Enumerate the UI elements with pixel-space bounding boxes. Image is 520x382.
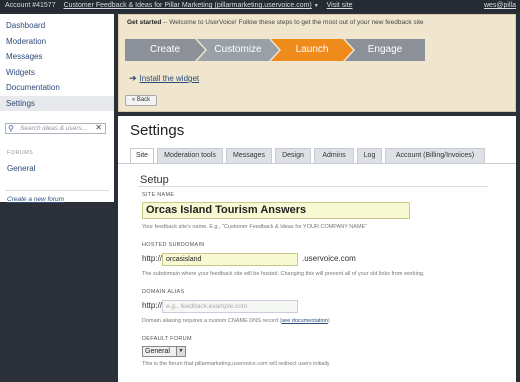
domain-alias-input[interactable]: e.g., feedback.example.com xyxy=(162,300,298,313)
sidebar-item-widgets[interactable]: Widgets xyxy=(0,65,114,81)
alias-label: DOMAIN ALIAS xyxy=(142,289,185,295)
getting-started-text: Get started -- Welcome to UserVoice! Fol… xyxy=(127,19,424,26)
step-create[interactable]: Create xyxy=(125,39,205,61)
sidebar-item-dashboard[interactable]: Dashboard xyxy=(0,18,114,34)
sidebar-item-messages[interactable]: Messages xyxy=(0,49,114,65)
install-widget-link[interactable]: ➔ Install the widget xyxy=(129,73,199,84)
subdomain-suffix: .uservoice.com xyxy=(302,254,356,263)
search-placeholder: Search ideas & users... xyxy=(20,125,88,132)
subdomain-prefix: http:// xyxy=(142,254,163,263)
tab-messages[interactable]: Messages xyxy=(226,148,272,163)
progress-steps: Create Customize Launch Engage xyxy=(125,39,425,61)
getting-started-panel: Get started -- Welcome to UserVoice! Fol… xyxy=(118,14,516,112)
visit-site-link[interactable]: Visit site xyxy=(327,2,353,9)
back-button[interactable]: « Back xyxy=(125,95,157,106)
step-engage[interactable]: Engage xyxy=(345,39,425,61)
chevron-down-icon[interactable]: ▼ xyxy=(314,3,319,9)
subdomain-help: The subdomain where your feedback site w… xyxy=(142,271,425,277)
subdomain-input[interactable]: orcasisland xyxy=(162,253,298,266)
settings-panel: Settings Site Moderation tools Messages … xyxy=(118,116,516,382)
sidebar-item-documentation[interactable]: Documentation xyxy=(0,80,114,96)
section-divider xyxy=(138,186,488,187)
default-forum-select[interactable]: General ▼ xyxy=(142,346,186,357)
tab-admins[interactable]: Admins xyxy=(314,148,354,163)
sidebar-item-moderation[interactable]: Moderation xyxy=(0,34,114,50)
site-name-input[interactable]: Orcas Island Tourism Answers xyxy=(142,202,410,219)
tab-moderation-tools[interactable]: Moderation tools xyxy=(157,148,223,163)
tab-site[interactable]: Site xyxy=(130,148,154,163)
alias-help: Domain aliasing requires a custom CNAME … xyxy=(142,318,330,324)
alias-help-text: Domain aliasing requires a custom CNAME … xyxy=(142,318,282,324)
subdomain-label: HOSTED SUBDOMAIN xyxy=(142,242,205,248)
step-launch[interactable]: Launch xyxy=(271,39,353,61)
tabs-divider xyxy=(118,163,516,164)
search-input[interactable]: ⚲ Search ideas & users... ✕ xyxy=(5,123,106,134)
forum-item-general[interactable]: General xyxy=(7,164,35,173)
chevron-down-icon: ▼ xyxy=(176,347,185,356)
alias-prefix: http:// xyxy=(142,301,163,310)
user-account-link[interactable]: wes@pilla xyxy=(484,0,516,12)
site-name-label: SITE NAME xyxy=(142,192,175,198)
getting-started-message: -- Welcome to UserVoice! Follow these st… xyxy=(161,19,424,26)
account-number: Account #41577 xyxy=(5,2,56,9)
tab-log[interactable]: Log xyxy=(357,148,382,163)
alias-help-end: ) xyxy=(327,318,330,324)
create-forum-link[interactable]: Create a new forum xyxy=(7,196,64,203)
sidebar-divider xyxy=(5,190,109,191)
forums-heading: FORUMS xyxy=(7,150,34,156)
sidebar-item-settings[interactable]: Settings xyxy=(0,95,114,111)
section-heading: Setup xyxy=(140,174,169,186)
site-switcher-link[interactable]: Customer Feedback & Ideas for Pillar Mar… xyxy=(64,2,312,9)
step-customize[interactable]: Customize xyxy=(197,39,279,61)
tab-account[interactable]: Account (Billing/Invoices) xyxy=(385,148,485,163)
default-forum-value: General xyxy=(145,348,170,355)
default-forum-help: This is the forum that pillarmarketing.u… xyxy=(142,361,330,367)
top-bar: Account #41577 Customer Feedback & Ideas… xyxy=(0,0,520,12)
site-name-help: Your feedback site's name. E.g., "Custom… xyxy=(142,224,368,230)
tab-design[interactable]: Design xyxy=(275,148,311,163)
arrow-right-icon: ➔ xyxy=(129,73,137,83)
sidebar: Dashboard Moderation Messages Widgets Do… xyxy=(0,14,114,203)
install-widget-label: Install the widget xyxy=(139,74,200,83)
page-title: Settings xyxy=(130,122,185,139)
see-documentation-link[interactable]: see documentation xyxy=(281,318,327,324)
default-forum-label: DEFAULT FORUM xyxy=(142,336,192,342)
clear-search-icon[interactable]: ✕ xyxy=(95,123,102,132)
getting-started-heading: Get started xyxy=(127,19,162,26)
search-icon: ⚲ xyxy=(8,124,14,133)
